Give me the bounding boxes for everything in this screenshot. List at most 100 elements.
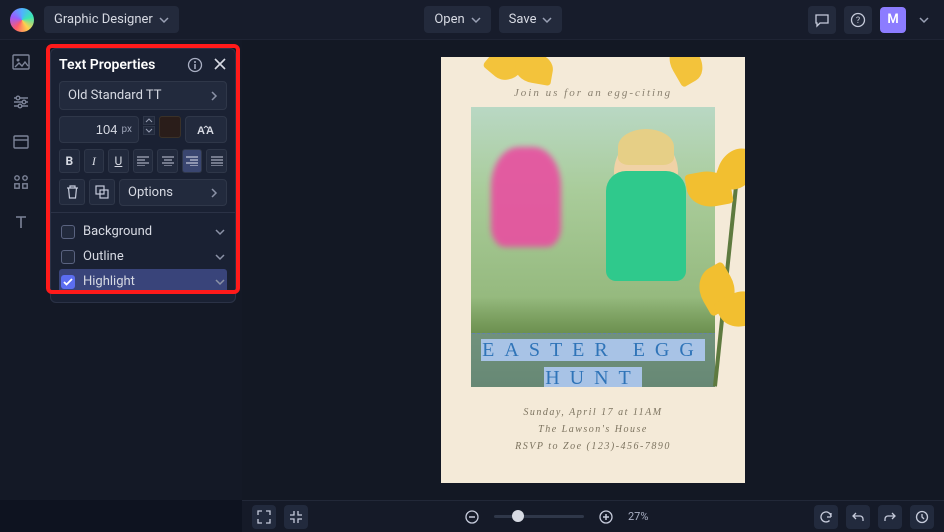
- align-left-button[interactable]: [133, 149, 154, 173]
- text-color-swatch[interactable]: [159, 116, 181, 138]
- copy-icon: [95, 185, 109, 199]
- history-icon: [915, 510, 929, 524]
- bottom-toolbar: 27%: [242, 500, 944, 532]
- elements-tool-icon[interactable]: [11, 172, 31, 192]
- align-right-icon: [186, 156, 198, 166]
- options-label: Options: [128, 185, 173, 200]
- background-label: Background: [83, 224, 207, 239]
- chevron-down-icon: [471, 15, 481, 25]
- fit-icon: [257, 510, 271, 524]
- italic-button[interactable]: I: [84, 149, 105, 173]
- svg-text:?: ?: [856, 16, 860, 26]
- chevron-right-icon: [210, 91, 218, 101]
- open-button[interactable]: Open: [424, 6, 490, 33]
- chevron-down-icon: [159, 15, 169, 25]
- comments-button[interactable]: [808, 6, 836, 34]
- child-background: [491, 147, 561, 247]
- fit-screen-button[interactable]: [252, 505, 276, 529]
- font-size-unit: px: [121, 124, 132, 135]
- panel-title: Text Properties: [59, 57, 155, 73]
- actual-size-button[interactable]: [284, 505, 308, 529]
- redo-button[interactable]: [878, 505, 902, 529]
- chevron-down-icon: [919, 15, 929, 25]
- align-center-icon: [162, 156, 174, 166]
- size-step-up[interactable]: [143, 116, 155, 125]
- text-properties-panel: Text Properties Old Standard TT px: [50, 48, 236, 303]
- trash-icon: [66, 185, 79, 199]
- background-toggle-row[interactable]: Background: [59, 219, 227, 244]
- background-checkbox[interactable]: [61, 225, 75, 239]
- options-dropdown[interactable]: Options: [119, 179, 227, 206]
- avatar-initial: M: [887, 12, 898, 27]
- duplicate-button[interactable]: [89, 179, 115, 205]
- poster-subtext: Sunday, April 17 at 11AM The Lawson's Ho…: [441, 404, 745, 455]
- user-avatar[interactable]: M: [880, 7, 906, 33]
- chat-icon: [814, 12, 830, 28]
- outline-label: Outline: [83, 249, 207, 264]
- user-menu-button[interactable]: [914, 6, 934, 34]
- adjust-tool-icon[interactable]: [11, 92, 31, 112]
- chevron-up-icon: [145, 118, 153, 123]
- align-justify-icon: [211, 156, 223, 166]
- zoom-in-button[interactable]: [594, 505, 618, 529]
- help-button[interactable]: ?: [844, 6, 872, 34]
- save-label: Save: [509, 12, 537, 27]
- chevron-down-icon: [215, 253, 225, 261]
- chevron-down-icon: [542, 15, 552, 25]
- font-family-value: Old Standard TT: [68, 88, 162, 103]
- close-icon[interactable]: [213, 57, 227, 71]
- align-justify-button[interactable]: [206, 149, 227, 173]
- text-case-button[interactable]: AA: [185, 116, 227, 143]
- open-label: Open: [434, 12, 464, 27]
- align-center-button[interactable]: [157, 149, 178, 173]
- redo-icon: [883, 510, 897, 524]
- chevron-down-icon: [215, 228, 225, 236]
- align-left-icon: [137, 156, 149, 166]
- font-family-select[interactable]: Old Standard TT: [59, 81, 227, 110]
- chevron-down-icon: [145, 128, 153, 133]
- highlight-toggle-row[interactable]: Highlight: [59, 269, 227, 294]
- reset-button[interactable]: [814, 505, 838, 529]
- size-step-down[interactable]: [143, 126, 155, 135]
- chevron-down-icon: [215, 278, 225, 286]
- zoom-slider-thumb[interactable]: [512, 510, 524, 522]
- outline-checkbox[interactable]: [61, 250, 75, 264]
- zoom-percent[interactable]: 27%: [628, 510, 662, 523]
- save-button[interactable]: Save: [499, 6, 563, 33]
- refresh-icon: [819, 510, 833, 524]
- canvas-area[interactable]: Join us for an egg-citing EASTER EGG HUN…: [242, 40, 944, 500]
- poster-sub3: RSVP to Zoe (123)-456-7890: [441, 438, 745, 455]
- poster-sub2: The Lawson's House: [441, 421, 745, 438]
- text-case-icon: AA: [197, 124, 215, 136]
- mode-label: Graphic Designer: [54, 12, 153, 27]
- poster-sub1: Sunday, April 17 at 11AM: [441, 404, 745, 421]
- image-tool-icon[interactable]: [11, 52, 31, 72]
- zoom-in-icon: [598, 509, 614, 525]
- mode-selector[interactable]: Graphic Designer: [44, 6, 179, 33]
- zoom-slider[interactable]: [494, 515, 584, 518]
- help-icon: ?: [850, 12, 866, 28]
- align-right-button[interactable]: [182, 149, 203, 173]
- info-icon[interactable]: [187, 57, 203, 73]
- flower-decoration: [675, 137, 745, 397]
- left-toolbar: [0, 40, 42, 500]
- highlight-checkbox[interactable]: [61, 275, 75, 289]
- poster-artboard[interactable]: Join us for an egg-citing EASTER EGG HUN…: [441, 57, 745, 483]
- font-size-input[interactable]: [89, 121, 119, 138]
- templates-tool-icon[interactable]: [11, 132, 31, 152]
- outline-toggle-row[interactable]: Outline: [59, 244, 227, 269]
- delete-button[interactable]: [59, 179, 85, 205]
- zoom-out-button[interactable]: [460, 505, 484, 529]
- history-button[interactable]: [910, 505, 934, 529]
- collapse-icon: [289, 510, 303, 524]
- highlight-label: Highlight: [83, 274, 207, 289]
- app-logo[interactable]: [10, 8, 34, 32]
- text-tool-icon[interactable]: [11, 212, 31, 232]
- underline-button[interactable]: U: [108, 149, 129, 173]
- font-size-field[interactable]: px: [59, 116, 139, 143]
- bold-button[interactable]: B: [59, 149, 80, 173]
- undo-button[interactable]: [846, 505, 870, 529]
- undo-icon: [851, 510, 865, 524]
- chevron-right-icon: [210, 188, 218, 198]
- check-icon: [63, 278, 73, 286]
